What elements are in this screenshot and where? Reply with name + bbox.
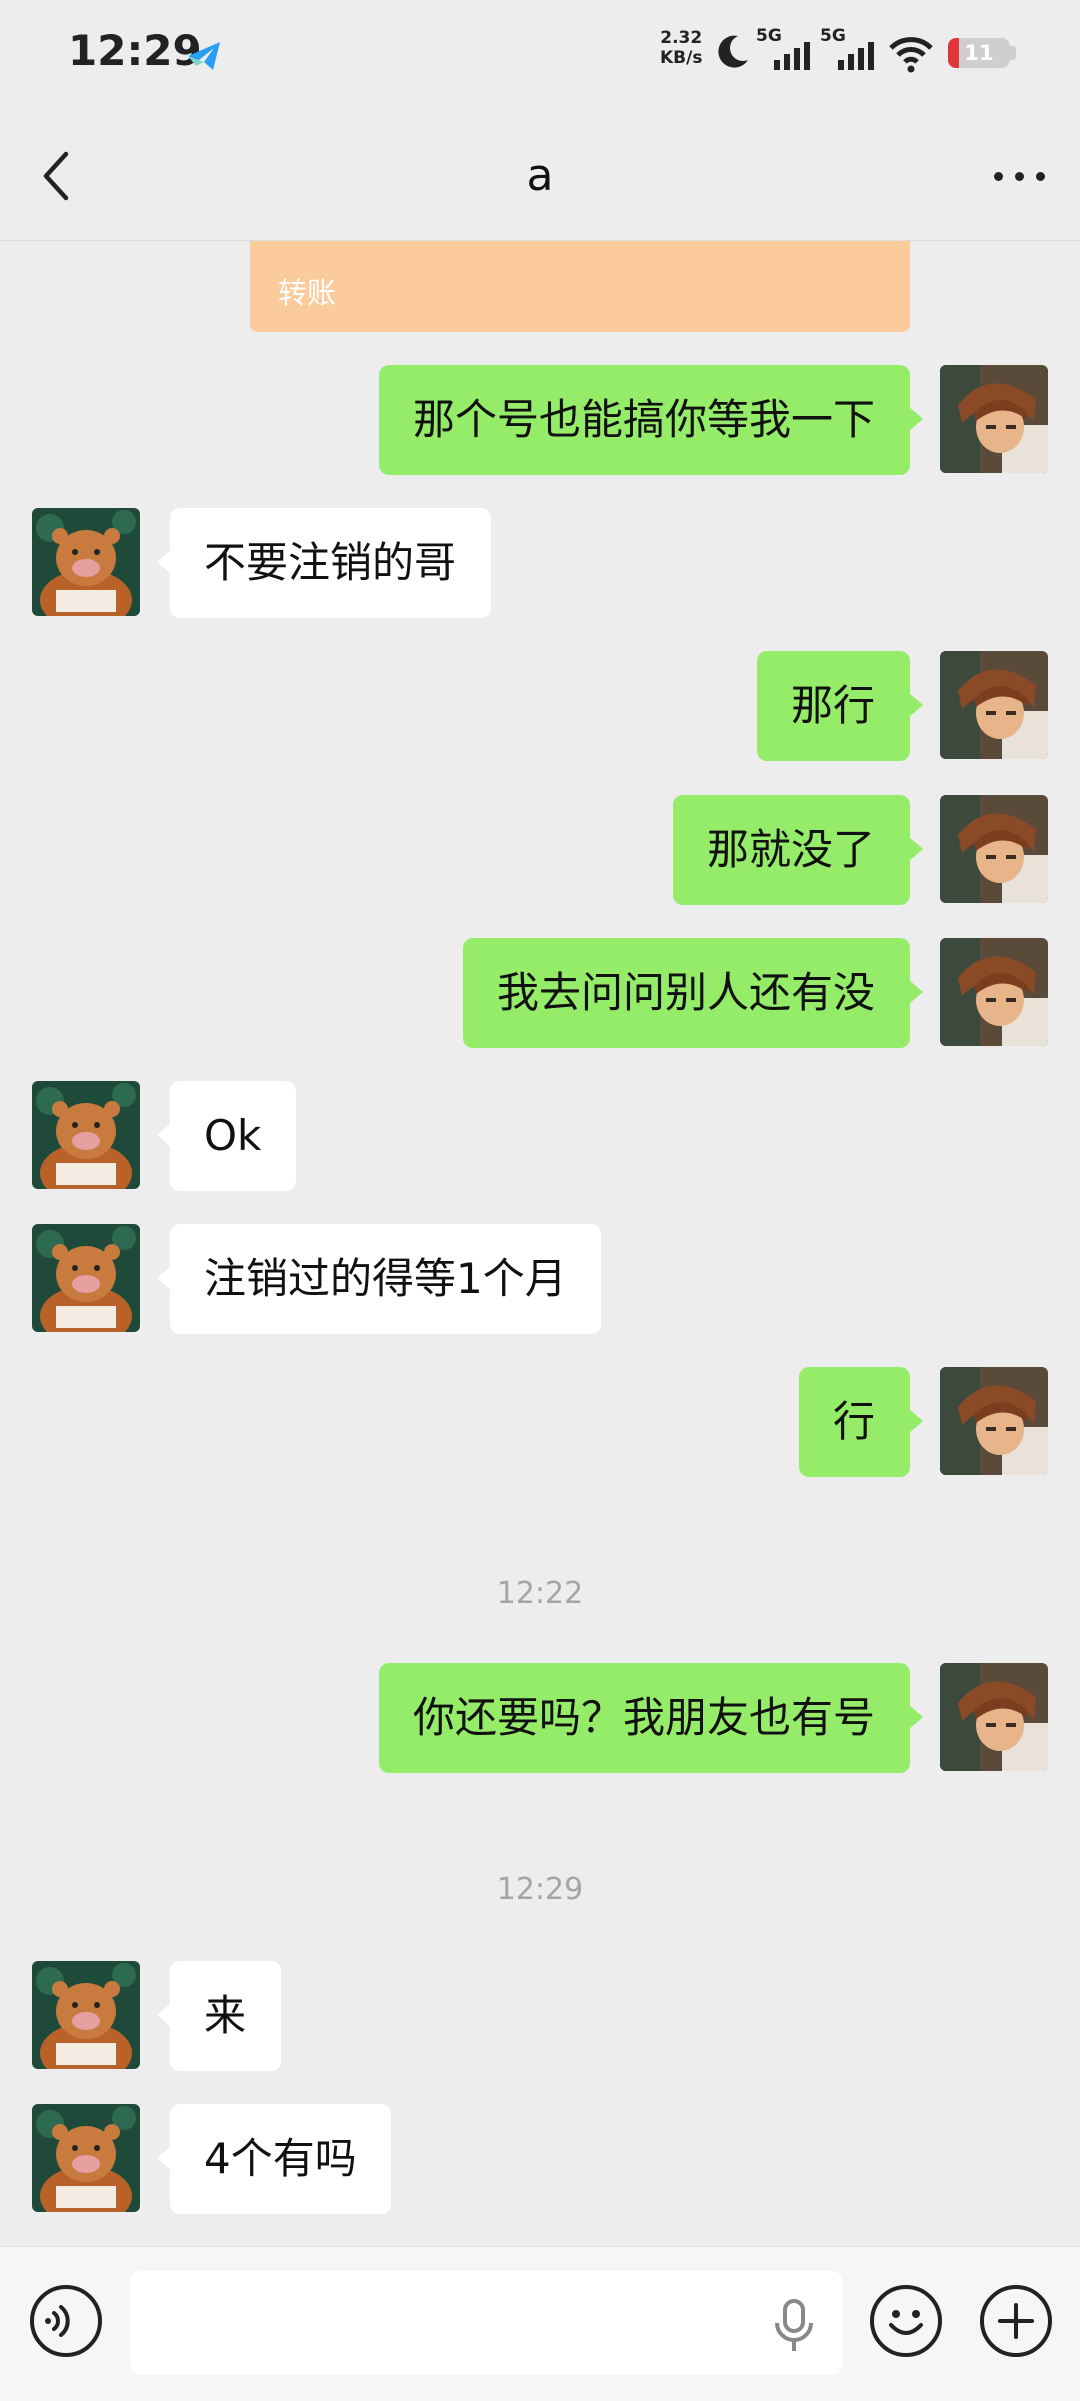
mic-icon[interactable] — [768, 2295, 820, 2355]
contact-avatar[interactable] — [32, 1081, 140, 1189]
sim2-label: 5G — [820, 26, 846, 46]
moon-icon — [718, 35, 748, 68]
chat-title: a — [526, 150, 554, 201]
received-message-bubble[interactable]: 注销过的得等1个月 — [157, 1224, 601, 1334]
received-message-bubble[interactable]: 4个有吗 — [157, 2104, 391, 2214]
my-avatar[interactable] — [940, 1367, 1048, 1475]
contact-avatar[interactable] — [32, 1224, 140, 1332]
my-avatar[interactable] — [940, 1663, 1048, 1771]
sim1-label: 5G — [756, 26, 782, 46]
battery-level: 11 — [964, 41, 994, 65]
voice-toggle-button[interactable] — [30, 2285, 102, 2357]
status-time: 12:29 — [68, 26, 202, 75]
telegram-icon — [188, 42, 220, 70]
timestamp: 12:22 — [496, 1576, 584, 1611]
network-speed-unit: KB/s — [660, 48, 703, 68]
plus-icon — [998, 2303, 1034, 2339]
message-input[interactable] — [130, 2271, 842, 2375]
sent-message-bubble[interactable]: 我去问问别人还有没 — [463, 938, 923, 1048]
signal-sim2: 5G — [820, 26, 880, 72]
sent-message-bubble[interactable]: 你还要吗？我朋友也有号 — [379, 1663, 923, 1773]
my-avatar[interactable] — [940, 651, 1048, 759]
battery-cap — [1010, 46, 1016, 60]
more-options-button[interactable] — [990, 166, 1050, 186]
battery-icon: 11 — [948, 38, 1010, 68]
received-message-bubble[interactable]: 不要注销的哥 — [157, 508, 491, 618]
my-avatar[interactable] — [940, 938, 1048, 1046]
contact-avatar[interactable] — [32, 2104, 140, 2212]
emoji-icon — [889, 2310, 923, 2335]
network-speed-value: 2.32 — [660, 28, 703, 48]
sent-message-bubble[interactable]: 那个号也能搞你等我一下 — [379, 365, 923, 475]
contact-avatar[interactable] — [32, 1961, 140, 2069]
my-avatar[interactable] — [940, 365, 1048, 473]
received-message-bubble[interactable]: 来 — [157, 1961, 281, 2071]
timestamp: 12:29 — [496, 1872, 584, 1907]
input-bar — [0, 2246, 1080, 2401]
more-functions-button[interactable] — [980, 2285, 1052, 2357]
signal-sim1: 5G — [756, 26, 816, 72]
my-avatar[interactable] — [940, 795, 1048, 903]
transfer-card[interactable]: 转账 — [250, 240, 910, 332]
voice-icon — [45, 2305, 70, 2337]
contact-avatar[interactable] — [32, 508, 140, 616]
received-message-bubble[interactable]: Ok — [157, 1081, 296, 1191]
sent-message-bubble[interactable]: 行 — [799, 1367, 923, 1477]
status-bar: 12:29 2.32 KB/s 5G 5G 11 — [0, 0, 1080, 110]
network-speed: 2.32 KB/s — [660, 28, 702, 68]
wifi-icon — [889, 37, 933, 73]
sent-message-bubble[interactable]: 那就没了 — [673, 795, 923, 905]
chat-header: a — [0, 110, 1080, 241]
transfer-label: 转账 — [278, 276, 337, 310]
sent-message-bubble[interactable]: 那行 — [757, 651, 923, 761]
emoji-button[interactable] — [870, 2285, 942, 2357]
